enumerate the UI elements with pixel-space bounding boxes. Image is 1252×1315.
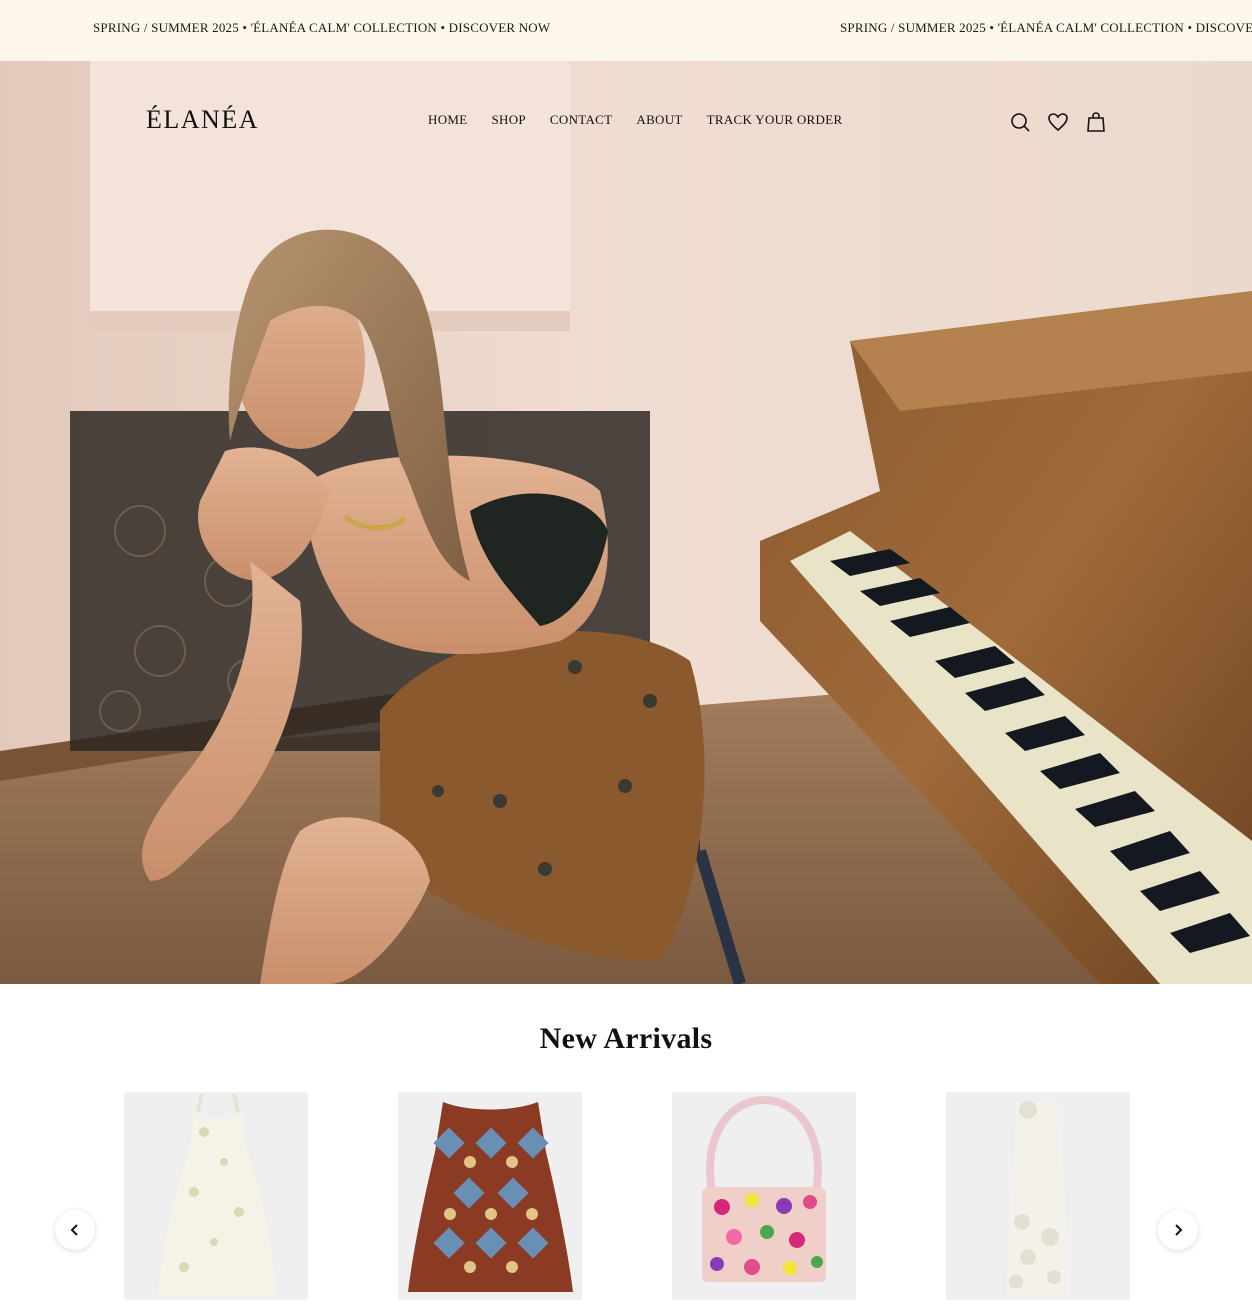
chevron-right-icon [1175, 1224, 1183, 1236]
announcement-bar: SPRING / SUMMER 2025 • 'ÉLANÉA CALM' COL… [0, 0, 1252, 61]
new-arrivals-title: New Arrivals [539, 1022, 713, 1055]
search-icon[interactable] [1008, 110, 1032, 134]
product-image [946, 1092, 1130, 1300]
nav-track-order[interactable]: TRACK YOUR ORDER [707, 112, 843, 128]
nav-contact[interactable]: CONTACT [550, 112, 612, 128]
nav-shop[interactable]: SHOP [491, 112, 525, 128]
product-image [672, 1092, 856, 1300]
shopping-bag-icon[interactable] [1084, 110, 1108, 134]
header-actions [1008, 110, 1122, 134]
heart-icon[interactable] [1046, 110, 1070, 134]
carousel-prev-button[interactable] [55, 1210, 95, 1250]
chevron-left-icon [70, 1224, 78, 1236]
product-image [124, 1092, 308, 1300]
hero-image [0, 61, 1252, 984]
product-card[interactable] [672, 1092, 856, 1300]
announcement-text[interactable]: SPRING / SUMMER 2025 • 'ÉLANÉA CALM' COL… [93, 20, 550, 36]
brand-logo[interactable]: ÉLANÉA [146, 105, 259, 135]
product-card[interactable] [124, 1092, 308, 1300]
main-navigation: HOME SHOP CONTACT ABOUT TRACK YOUR ORDER [428, 112, 866, 128]
carousel-next-button[interactable] [1158, 1210, 1198, 1250]
product-image [398, 1092, 582, 1300]
product-card[interactable] [398, 1092, 582, 1300]
announcement-text-repeat[interactable]: SPRING / SUMMER 2025 • 'ÉLANÉA CALM' COL… [840, 20, 1252, 36]
product-card[interactable] [946, 1092, 1130, 1300]
hero-banner: ÉLANÉA HOME SHOP CONTACT ABOUT TRACK YOU… [0, 61, 1252, 984]
nav-about[interactable]: ABOUT [636, 112, 682, 128]
nav-home[interactable]: HOME [428, 112, 467, 128]
